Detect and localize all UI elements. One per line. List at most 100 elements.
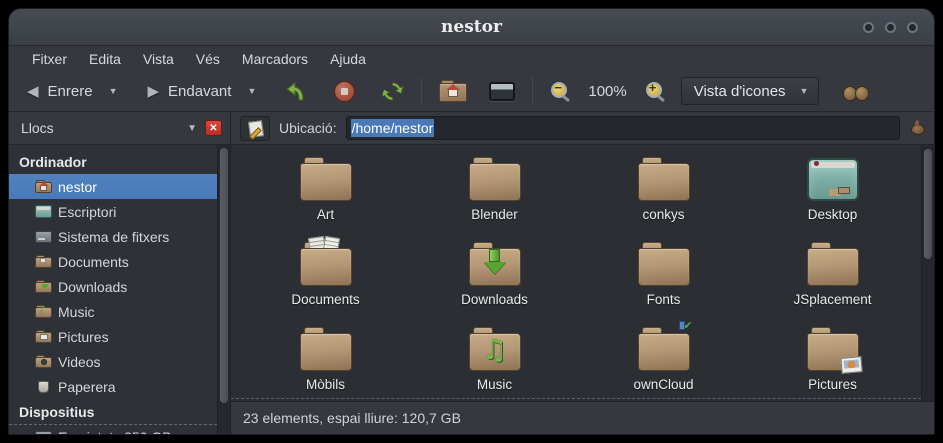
computer-icon	[489, 82, 515, 101]
place-label: Paperera	[58, 379, 116, 395]
main-scrollbar-thumb[interactable]	[924, 149, 932, 259]
file-item[interactable]: JSplacement	[748, 234, 917, 319]
zoom-level: 100%	[588, 83, 626, 100]
file-item[interactable]: Downloads	[410, 234, 579, 319]
main-scrollbar[interactable]	[921, 145, 934, 403]
titlebar[interactable]: nestor	[9, 9, 934, 46]
sidebar-pane-selector[interactable]: ▼	[187, 123, 197, 134]
menu-item[interactable]: Edita	[78, 48, 132, 70]
view-mode-value: Vista d'icones	[694, 83, 786, 100]
sidebar-item[interactable]: Music	[9, 299, 217, 324]
location-input[interactable]: /home/nestor	[346, 116, 900, 140]
forward-label: Endavant	[168, 83, 231, 100]
window-minimize-button[interactable]	[863, 22, 874, 33]
folder-icon	[469, 242, 521, 286]
file-label: Pictures	[808, 377, 857, 392]
folder-icon	[300, 327, 352, 371]
place-label: Documents	[58, 254, 129, 270]
sidebar-item[interactable]: Downloads	[9, 274, 217, 299]
file-label: Music	[477, 377, 512, 392]
place-icon	[35, 180, 52, 193]
sidebar-item[interactable]: Escriptori	[9, 199, 217, 224]
sidebar-item[interactable]: Sistema de fitxers	[9, 224, 217, 249]
file-item[interactable]: Pictures	[748, 319, 917, 404]
menu-item[interactable]: Vés	[185, 48, 231, 70]
stop-icon	[334, 81, 355, 102]
location-label: Ubicació:	[279, 120, 337, 136]
window-controls	[863, 9, 918, 46]
file-item[interactable]: Mòbils	[241, 319, 410, 404]
ink-drop-icon	[909, 119, 925, 137]
menu-item[interactable]: Vista	[132, 48, 185, 70]
place-label: Ordinador	[19, 154, 87, 170]
sidebar-item[interactable]: Pictures	[9, 324, 217, 349]
window-close-button[interactable]	[907, 22, 918, 33]
menu-item[interactable]: Ajuda	[319, 48, 377, 70]
refresh-button[interactable]	[373, 74, 412, 109]
sidebar-scrollbar-thumb[interactable]	[220, 148, 228, 403]
up-button[interactable]	[276, 73, 316, 109]
zoom-in-button[interactable]: +	[637, 75, 673, 107]
sidebar-header: Llocs ▼ ✕	[9, 112, 230, 145]
menubar: Fitxer Edita Vista Vés Marcadors Ajuda	[9, 46, 934, 71]
file-item[interactable]: Blender	[410, 149, 579, 234]
place-label: Pictures	[58, 329, 109, 345]
zoom-in-icon: +	[645, 81, 665, 101]
location-edit-toggle-button[interactable]	[240, 116, 270, 141]
menu-item[interactable]: Fitxer	[21, 48, 78, 70]
forward-history-dropdown[interactable]: ▼	[239, 80, 264, 102]
file-label: Mòbils	[306, 377, 345, 392]
forward-button[interactable]: ▶ Endavant	[140, 76, 240, 106]
sidebar: Llocs ▼ ✕ Ordinador nestor	[9, 112, 231, 434]
statusbar: 23 elements, espai lliure: 120,7 GB	[231, 401, 934, 434]
menu-item[interactable]: Marcadors	[231, 48, 319, 70]
home-button[interactable]	[431, 74, 475, 108]
folder-icon	[300, 242, 352, 286]
zoom-out-icon: −	[550, 81, 570, 101]
toolbar-separator	[421, 78, 422, 104]
binoculars-icon	[843, 83, 869, 100]
sidebar-item[interactable]: Ordinador	[9, 149, 217, 174]
place-label: Encriptats 250 GB	[58, 429, 172, 435]
stop-button[interactable]	[326, 75, 363, 108]
file-item[interactable]: Desktop	[748, 149, 917, 234]
file-item[interactable]: Documents	[241, 234, 410, 319]
sidebar-title: Llocs	[21, 120, 179, 136]
sidebar-item[interactable]: Documents	[9, 249, 217, 274]
place-label: Videos	[58, 354, 101, 370]
file-label: Fonts	[647, 292, 681, 307]
back-button[interactable]: ◀ Enrere	[19, 76, 101, 106]
location-value: /home/nestor	[351, 119, 435, 137]
sidebar-item[interactable]: nestor	[9, 174, 217, 199]
sidebar-close-button[interactable]: ✕	[205, 120, 222, 136]
place-icon	[35, 230, 52, 243]
view-mode-select[interactable]: Vista d'icones ▼	[681, 77, 820, 105]
up-arrow-icon	[284, 79, 308, 103]
sidebar-item[interactable]: Paperera	[9, 374, 217, 399]
location-bar: Ubicació: /home/nestor	[231, 112, 934, 145]
sidebar-scrollbar[interactable]	[217, 145, 230, 434]
sidebar-item[interactable]: Dispositius	[9, 399, 217, 424]
search-button[interactable]	[819, 77, 877, 106]
file-item[interactable]: ownCloud	[579, 319, 748, 404]
zoom-out-button[interactable]: −	[542, 75, 578, 107]
place-icon	[35, 255, 52, 268]
back-history-dropdown[interactable]: ▼	[101, 80, 126, 102]
toolbar: ◀ Enrere ▼ ▶ Endavant ▼	[9, 71, 934, 112]
chevron-down-icon: ▼	[800, 86, 809, 96]
computer-button[interactable]	[481, 76, 523, 107]
window-maximize-button[interactable]	[885, 22, 896, 33]
home-folder-icon	[439, 80, 467, 102]
place-icon	[35, 430, 52, 434]
file-item[interactable]: Music	[410, 319, 579, 404]
file-label: ownCloud	[633, 377, 693, 392]
sidebar-item[interactable]: Encriptats 250 GB	[9, 424, 217, 434]
icon-view[interactable]: Art Blender conkys	[231, 145, 934, 401]
status-text: 23 elements, espai lliure: 120,7 GB	[243, 410, 461, 426]
file-item[interactable]: conkys	[579, 149, 748, 234]
sidebar-item[interactable]: Videos	[9, 349, 217, 374]
file-item[interactable]: Art	[241, 149, 410, 234]
folder-icon	[469, 157, 521, 201]
file-item[interactable]: Fonts	[579, 234, 748, 319]
place-icon	[35, 330, 52, 343]
